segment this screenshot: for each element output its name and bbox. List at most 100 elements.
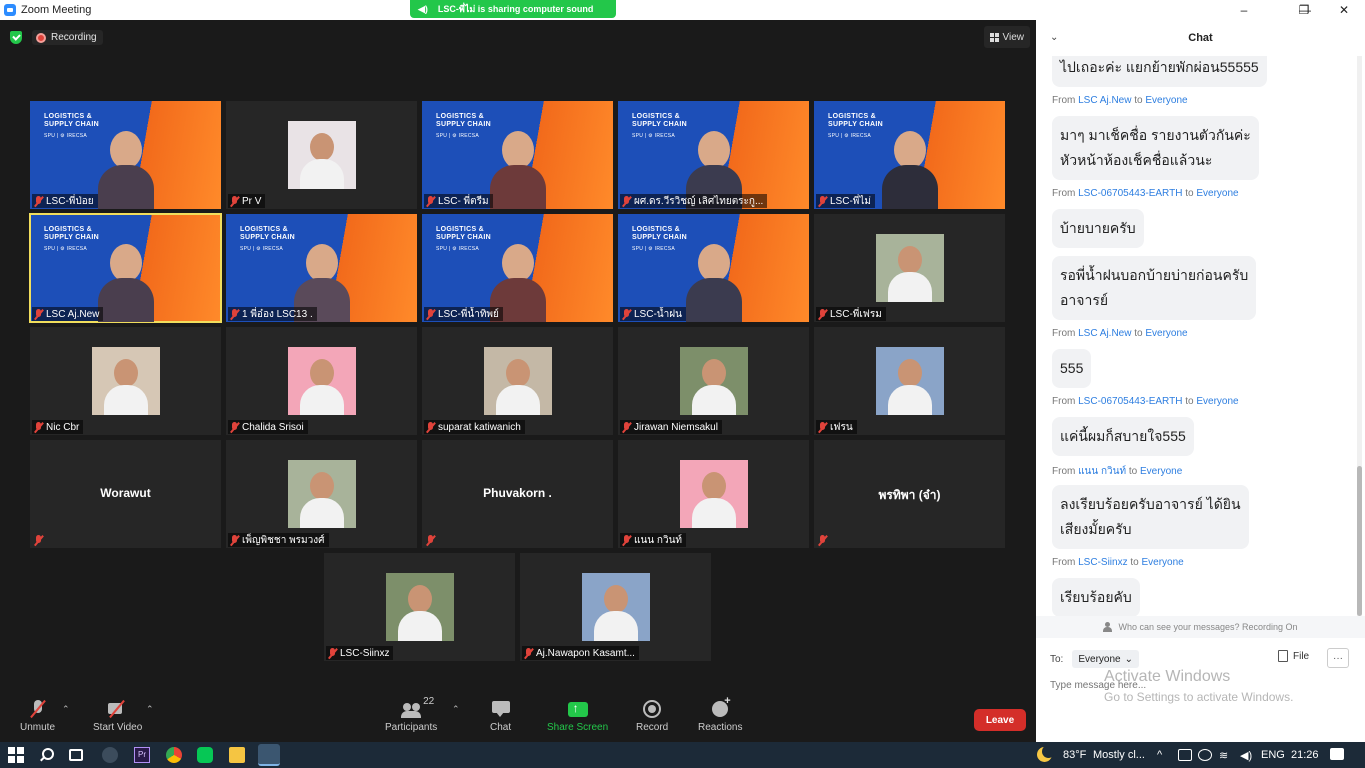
participant-tile[interactable]: เพ็ญพิชชา พรมวงศ์ xyxy=(226,440,417,548)
photo-face xyxy=(897,246,922,274)
view-button[interactable]: View xyxy=(983,26,1030,48)
chat-message-bubble[interactable]: มาๆ มาเช็คชื่อ รายงานตัวกันค่ะ หัวหน้าห้อ… xyxy=(1052,116,1259,180)
sender-name[interactable]: LSC Aj.New xyxy=(1078,328,1131,339)
participant-tile[interactable]: LOGISTICS & SUPPLY CHAIN SPU | ⚙ IRECSA LSC… xyxy=(422,101,613,209)
windows-start-icon[interactable] xyxy=(8,747,24,763)
recipient-name[interactable]: Everyone xyxy=(1145,95,1187,106)
premiere-pro-icon[interactable]: Pr xyxy=(134,747,150,763)
weather-temperature[interactable]: 83°F xyxy=(1063,749,1086,761)
clock-time[interactable]: 21:26 xyxy=(1291,749,1319,761)
file-explorer-icon[interactable] xyxy=(229,747,245,763)
chat-title: Chat xyxy=(1188,32,1213,44)
video-options-chevron-icon[interactable]: ⌃ xyxy=(146,704,154,715)
file-button[interactable]: File xyxy=(1278,650,1309,662)
app-icon[interactable] xyxy=(102,747,118,763)
task-view-icon[interactable] xyxy=(69,749,83,761)
participant-tile[interactable]: LOGISTICS & SUPPLY CHAIN SPU | ⚙ IRECSA 1 พ… xyxy=(226,214,417,322)
sound-sharing-banner[interactable]: ◀) LSC-พี่ไม่ is sharing computer sound xyxy=(410,0,616,18)
chat-message-bubble[interactable]: บ้ายบายครับ xyxy=(1052,209,1144,248)
message-visibility-info[interactable]: Who can see your messages? Recording On xyxy=(1036,616,1365,638)
sender-name[interactable]: LSC-06705443-EARTH xyxy=(1078,188,1182,199)
battery-icon[interactable] xyxy=(1178,749,1192,761)
participant-tile[interactable]: Pr V xyxy=(226,101,417,209)
maximize-window-button[interactable]: ❐ xyxy=(1284,0,1324,20)
minimize-window-button[interactable]: – xyxy=(1224,0,1264,20)
participant-tile[interactable]: LOGISTICS & SUPPLY CHAIN SPU | ⚙ IRECSA LSC… xyxy=(618,214,809,322)
participant-tile[interactable]: LOGISTICS & SUPPLY CHAIN SPU | ⚙ IRECSA LSC… xyxy=(814,101,1005,209)
participant-name-label: LSC Aj.New xyxy=(32,307,104,321)
participant-tile[interactable]: LSC-Siinxz xyxy=(324,553,515,661)
sender-name[interactable]: LSC Aj.New xyxy=(1078,95,1131,106)
participant-name: LSC-น้ำฝน xyxy=(634,308,682,320)
to-label: To: xyxy=(1050,653,1064,665)
record-button[interactable]: Record xyxy=(636,700,668,733)
chat-message-bubble[interactable]: เรียบร้อยคับ xyxy=(1052,578,1140,616)
wifi-icon[interactable]: ≋ xyxy=(1219,749,1228,762)
recipient-name[interactable]: Everyone xyxy=(1141,557,1183,568)
participant-name-label: LSC-Siinxz xyxy=(326,646,394,660)
chat-scrollbar[interactable] xyxy=(1357,56,1362,616)
recipient-dropdown[interactable]: Everyone ⌄ xyxy=(1072,650,1139,668)
participant-tile[interactable]: Nic Cbr xyxy=(30,327,221,435)
chat-message-input[interactable] xyxy=(1050,676,1350,694)
participants-button[interactable]: 22 Participants xyxy=(385,696,437,733)
chat-message-bubble[interactable]: รอพี่น้ำฝนบอกบ้ายบ่ายก่อนครับ อาจารย์ xyxy=(1052,256,1257,320)
chat-message-list[interactable]: ไปเถอะค่ะ แยกย้ายพักผ่อน55555 From LSC Aj… xyxy=(1036,56,1358,616)
participant-tile[interactable]: Aj.Nawapon Kasamt... xyxy=(520,553,711,661)
volume-icon[interactable]: ◀) xyxy=(1240,749,1252,762)
participant-tile[interactable]: Phuvakorn . xyxy=(422,440,613,548)
meeting-area: Recording View LOGISTICS & SUPPLY CHAIN SP… xyxy=(0,20,1036,742)
recipient-name[interactable]: Everyone xyxy=(1140,466,1182,477)
chat-message-bubble[interactable]: 555 xyxy=(1052,349,1092,388)
share-screen-button[interactable]: Share Screen xyxy=(547,700,608,733)
participant-tile[interactable]: Jirawan Niemsakul xyxy=(618,327,809,435)
chat-scrollbar-thumb[interactable] xyxy=(1357,466,1362,616)
chrome-icon[interactable] xyxy=(166,747,182,763)
participants-count: 22 xyxy=(423,696,435,707)
participant-tile[interactable]: เฟรน xyxy=(814,327,1005,435)
more-options-button[interactable]: ··· xyxy=(1327,648,1349,668)
input-language[interactable]: ENG xyxy=(1261,749,1285,761)
line-app-icon[interactable] xyxy=(197,747,213,763)
chat-message-bubble[interactable]: ไปเถอะค่ะ แยกย้ายพักผ่อน55555 xyxy=(1052,56,1267,87)
security-icon[interactable] xyxy=(1198,749,1212,761)
notifications-icon[interactable] xyxy=(1330,748,1344,760)
zoom-taskbar-icon[interactable] xyxy=(258,744,280,766)
chat-message-bubble[interactable]: ลงเรียบร้อยครับอาจารย์ ได้ยิน เสียงมั้ยคร… xyxy=(1052,485,1249,549)
message-text: เสียงมั้ยครับ xyxy=(1060,521,1132,537)
audio-options-chevron-icon[interactable]: ⌃ xyxy=(62,704,70,715)
participant-tile[interactable]: Worawut xyxy=(30,440,221,548)
participant-tile[interactable]: LOGISTICS & SUPPLY CHAIN SPU | ⚙ IRECSA LSC… xyxy=(29,213,222,323)
close-window-button[interactable]: ✕ xyxy=(1324,0,1364,20)
chat-message-bubble[interactable]: แค่นี้ผมก็สบายใจ555 xyxy=(1052,417,1194,456)
sender-name[interactable]: แนน กวินท์ xyxy=(1078,466,1126,477)
unmute-button[interactable]: Unmute xyxy=(20,700,55,733)
chat-button[interactable]: Chat xyxy=(490,700,511,733)
participant-tile[interactable]: LOGISTICS & SUPPLY CHAIN SPU | ⚙ IRECSA LSC… xyxy=(30,101,221,209)
participant-tile[interactable]: Chalida Srisoi xyxy=(226,327,417,435)
recipient-name[interactable]: Everyone xyxy=(1145,328,1187,339)
chevron-down-icon[interactable]: ⌄ xyxy=(1050,32,1058,43)
participant-tile[interactable]: suparat katiwanich xyxy=(422,327,613,435)
reactions-button[interactable]: Reactions xyxy=(698,695,742,733)
chevron-up-icon[interactable]: ^ xyxy=(1157,749,1162,761)
participants-options-chevron-icon[interactable]: ⌃ xyxy=(452,704,460,715)
participant-tile[interactable]: แนน กวินท์ xyxy=(618,440,809,548)
participant-tile[interactable]: พรทิพา (จ๋า) xyxy=(814,440,1005,548)
muted-microphone-icon xyxy=(328,647,337,659)
recipient-name[interactable]: Everyone xyxy=(1196,188,1238,199)
leave-button[interactable]: Leave xyxy=(974,709,1026,731)
recording-indicator[interactable]: Recording xyxy=(32,30,103,45)
profile-picture xyxy=(679,460,748,528)
weather-description[interactable]: Mostly cl... xyxy=(1093,749,1145,761)
participant-tile[interactable]: LOGISTICS & SUPPLY CHAIN SPU | ⚙ IRECSA LSC… xyxy=(422,214,613,322)
participant-tile[interactable]: LSC-พี่เฟรม xyxy=(814,214,1005,322)
start-video-button[interactable]: Start Video xyxy=(93,700,142,733)
sender-name[interactable]: LSC-06705443-EARTH xyxy=(1078,396,1182,407)
sender-name[interactable]: LSC-Siinxz xyxy=(1078,557,1127,568)
weather-moon-icon xyxy=(1037,745,1055,762)
participant-tile[interactable]: LOGISTICS & SUPPLY CHAIN SPU | ⚙ IRECSA ผศ.… xyxy=(618,101,809,209)
encryption-shield-icon[interactable] xyxy=(10,31,22,44)
recipient-name[interactable]: Everyone xyxy=(1196,396,1238,407)
search-icon[interactable] xyxy=(38,747,54,763)
